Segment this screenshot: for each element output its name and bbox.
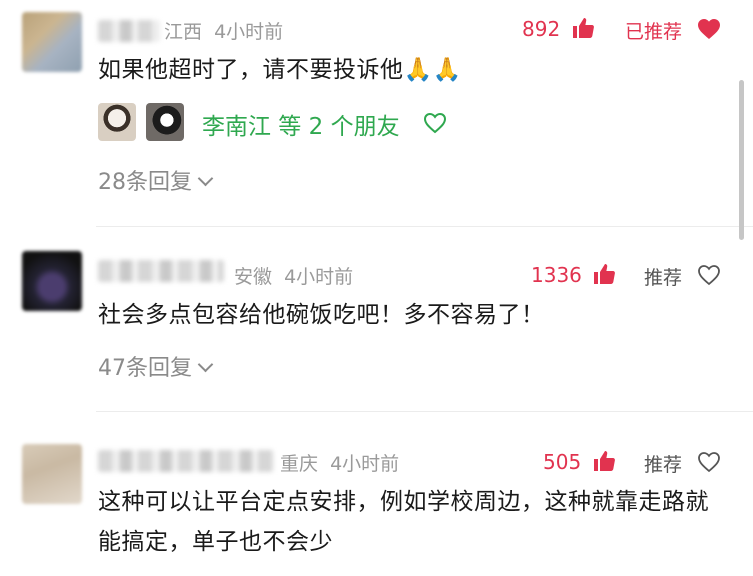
avatar[interactable]	[22, 12, 82, 72]
heart-outline-icon[interactable]	[697, 264, 721, 286]
heart-outline-icon[interactable]	[697, 451, 721, 473]
like-count: 505	[543, 450, 582, 474]
recommend-label[interactable]: 推荐	[644, 450, 682, 477]
comment-location: 安徽	[234, 266, 273, 288]
comment-location: 江西	[164, 21, 203, 43]
comment-meta: 安徽 4小时前	[234, 262, 353, 289]
chevron-down-icon	[197, 170, 214, 187]
chevron-down-icon	[197, 356, 214, 373]
like-count: 892	[522, 17, 561, 41]
comment-text: 如果他超时了，请不要投诉他🙏🙏	[98, 57, 462, 83]
thumbs-up-icon[interactable]	[571, 16, 595, 40]
thumbs-up-icon[interactable]	[592, 262, 616, 286]
heart-outline-icon[interactable]	[423, 112, 447, 134]
like-count: 1336	[531, 263, 582, 287]
comment-item: 重庆 4小时前 505 推荐 这种可以让平台定点安排，例如学校周边，这种就靠走路…	[0, 412, 753, 576]
comment-item: 安徽 4小时前 1336 推荐 社会多点包容给他碗饭吃吧！多不容易了！ 47条回…	[0, 227, 753, 412]
scrollbar[interactable]	[739, 80, 744, 240]
username-blurred[interactable]	[98, 260, 224, 282]
comment-meta: 重庆 4小时前	[280, 449, 399, 476]
recommend-label[interactable]: 推荐	[644, 263, 682, 290]
comment-item: 江西 4小时前 892 已推荐 如果他超时了，请不要投诉他🙏🙏 李南江 等 2 …	[0, 0, 753, 227]
friend-avatar	[146, 103, 184, 141]
friends-liked-row[interactable]: 李南江 等 2 个朋友	[98, 103, 478, 145]
username-blurred[interactable]	[98, 450, 274, 472]
comment-text: 这种可以让平台定点安排，例如学校周边，这种就靠走路就能搞定，单子也不会少	[98, 489, 709, 555]
comment-location: 重庆	[280, 453, 319, 475]
comment-meta: 江西 4小时前	[164, 17, 283, 44]
comment-text: 社会多点包容给他碗饭吃吧！多不容易了！	[98, 302, 545, 328]
view-replies-button[interactable]: 47条回复	[98, 350, 214, 382]
avatar[interactable]	[22, 251, 82, 311]
comment-time: 4小时前	[284, 266, 354, 288]
comment-time: 4小时前	[214, 21, 284, 43]
avatar[interactable]	[22, 444, 82, 504]
friends-liked-text: 李南江 等 2 个朋友	[202, 114, 400, 140]
replies-label: 47条回复	[98, 356, 192, 381]
comment-time: 4小时前	[330, 453, 400, 475]
friend-avatar	[98, 103, 136, 141]
thumbs-up-icon[interactable]	[592, 449, 616, 473]
replies-label: 28条回复	[98, 170, 192, 195]
recommend-label[interactable]: 已推荐	[625, 17, 682, 44]
username-blurred[interactable]	[98, 20, 160, 42]
view-replies-button[interactable]: 28条回复	[98, 164, 214, 196]
heart-filled-icon[interactable]	[697, 18, 721, 40]
